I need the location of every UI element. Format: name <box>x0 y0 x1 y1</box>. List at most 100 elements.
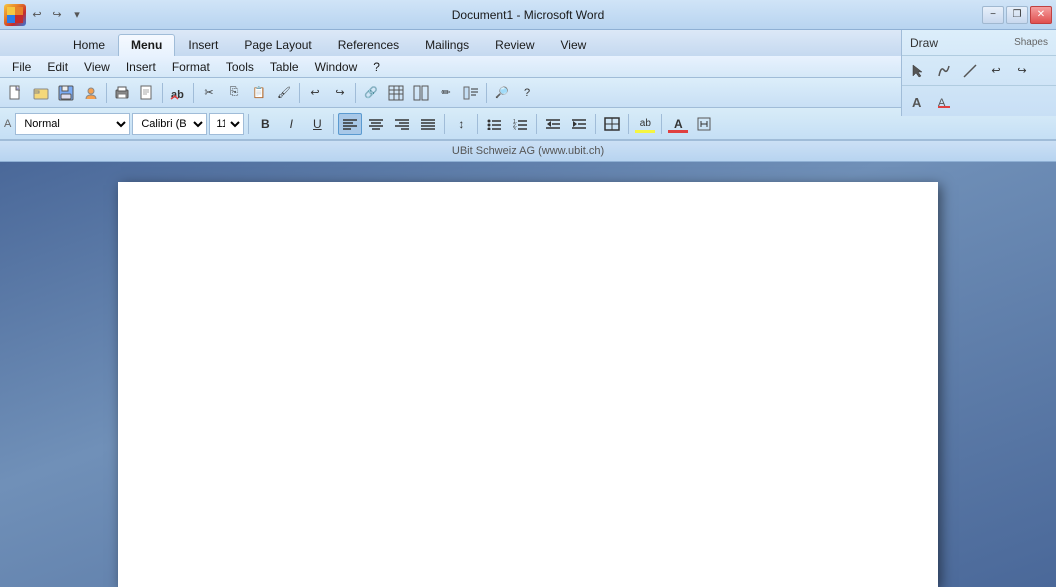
tab-home[interactable]: Home <box>60 34 118 56</box>
restore-button[interactable]: ❐ <box>1006 6 1028 24</box>
title-bar: ↩ ↪ ▾ Document1 - Microsoft Word − ❐ ✕ <box>0 0 1056 30</box>
align-left-btn[interactable] <box>338 113 362 135</box>
menu-view[interactable]: View <box>76 58 118 76</box>
cut-btn[interactable]: ✂ <box>197 81 221 105</box>
borders-btn[interactable] <box>600 113 624 135</box>
numbering-btn[interactable]: 1.2.3. <box>508 113 532 135</box>
status-bar: UBit Schweiz AG (www.ubit.ch) <box>0 140 1056 162</box>
draw-select-btn[interactable] <box>906 59 930 83</box>
bullets-btn[interactable] <box>482 113 506 135</box>
frames-btn[interactable]: ✏ <box>434 81 458 105</box>
print-btn[interactable] <box>110 81 134 105</box>
align-right-btn[interactable] <box>390 113 414 135</box>
tab-view[interactable]: View <box>548 34 600 56</box>
fmt-sep-4 <box>477 114 478 134</box>
undo-quick-btn[interactable]: ↩ <box>28 6 46 24</box>
font-color-btn[interactable]: A <box>666 113 690 135</box>
new-btn[interactable] <box>4 81 28 105</box>
menu-window[interactable]: Window <box>307 58 366 76</box>
fmt-sep-5 <box>536 114 537 134</box>
permission-btn[interactable] <box>79 81 103 105</box>
app-icon <box>4 4 26 26</box>
table2-btn[interactable] <box>384 81 408 105</box>
save-btn[interactable] <box>54 81 78 105</box>
menu-bar: File Edit View Insert Format Tools Table… <box>0 56 1056 78</box>
menu-insert[interactable]: Insert <box>118 58 164 76</box>
tab-insert[interactable]: Insert <box>175 34 231 56</box>
redo-btn[interactable]: ↪ <box>328 81 352 105</box>
ribbon-tabs: Home Menu Insert Page Layout References … <box>0 30 1056 56</box>
preview-btn[interactable] <box>135 81 159 105</box>
menu-table[interactable]: Table <box>262 58 307 76</box>
format-painter-btn[interactable]: 🖌 <box>272 81 296 105</box>
menu-file[interactable]: File <box>4 58 39 76</box>
tab-menu[interactable]: Menu <box>118 34 175 56</box>
document-area <box>0 162 1056 587</box>
standard-toolbar: ab ✂ ⎘ 📋 🖌 ↩ ↪ 🔗 ✏ 🔎 ? <box>0 78 1056 108</box>
open-btn[interactable] <box>29 81 53 105</box>
tab-mailings[interactable]: Mailings <box>412 34 482 56</box>
menu-edit[interactable]: Edit <box>39 58 76 76</box>
spellcheck-btn[interactable]: ab <box>166 81 190 105</box>
toolbar-sep-1 <box>106 83 107 103</box>
draw-row-1: ↩ ↪ <box>902 56 1056 86</box>
more-quick-btn[interactable]: ▾ <box>68 6 86 24</box>
document-page[interactable] <box>118 182 938 587</box>
style-select[interactable]: Normal <box>15 113 130 135</box>
italic-btn[interactable]: I <box>279 113 303 135</box>
justify-btn[interactable] <box>416 113 440 135</box>
draw-line-btn[interactable] <box>958 59 982 83</box>
hyperlink-btn[interactable]: 🔗 <box>359 81 383 105</box>
tab-review[interactable]: Review <box>482 34 547 56</box>
format-toolbar: A Normal Calibri (Body 11 B I U ↕ <box>0 108 1056 140</box>
draw-panel-top: Draw Shapes <box>902 30 1056 56</box>
draw-panel: Draw Shapes ↩ ↪ A A <box>901 30 1056 116</box>
menu-tools[interactable]: Tools <box>218 58 262 76</box>
draw-row-2: A A <box>902 86 1056 116</box>
underline-btn[interactable]: U <box>305 113 329 135</box>
fmt-sep-6 <box>595 114 596 134</box>
zoom-btn[interactable]: 🔎 <box>490 81 514 105</box>
fmt-sep-7 <box>628 114 629 134</box>
style-indicator: A <box>4 118 11 130</box>
toolbar-sep-2 <box>162 83 163 103</box>
character-spacing-btn[interactable] <box>692 113 716 135</box>
minimize-button[interactable]: − <box>982 6 1004 24</box>
font-select[interactable]: Calibri (Body <box>132 113 207 135</box>
draw-redo-btn[interactable]: ↪ <box>1010 59 1034 83</box>
columns-btn[interactable] <box>409 81 433 105</box>
size-select[interactable]: 11 <box>209 113 244 135</box>
tab-references[interactable]: References <box>325 34 412 56</box>
bold-btn[interactable]: B <box>253 113 277 135</box>
increase-indent-btn[interactable] <box>567 113 591 135</box>
tab-page-layout[interactable]: Page Layout <box>231 34 324 56</box>
draw-font-color-btn[interactable]: A <box>932 89 956 113</box>
copy-btn[interactable]: ⎘ <box>222 81 246 105</box>
help-btn[interactable]: ? <box>515 81 539 105</box>
draw-label: Draw <box>910 36 938 50</box>
draw-undo-btn[interactable]: ↩ <box>984 59 1008 83</box>
draw-freeform-btn[interactable] <box>932 59 956 83</box>
decrease-indent-btn[interactable] <box>541 113 565 135</box>
title-bar-controls: − ❐ ✕ <box>982 6 1052 24</box>
title-bar-left: ↩ ↪ ▾ <box>4 4 86 26</box>
docmap-btn[interactable] <box>459 81 483 105</box>
toolbar-sep-3 <box>193 83 194 103</box>
svg-text:3.: 3. <box>513 127 517 130</box>
align-center-btn[interactable] <box>364 113 388 135</box>
paste-btn[interactable]: 📋 <box>247 81 271 105</box>
toolbar-sep-6 <box>486 83 487 103</box>
redo-quick-btn[interactable]: ↪ <box>48 6 66 24</box>
line-spacing-btn[interactable]: ↕ <box>449 113 473 135</box>
highlight-btn[interactable]: ab <box>633 113 657 135</box>
fmt-sep-8 <box>661 114 662 134</box>
undo-btn[interactable]: ↩ <box>303 81 327 105</box>
fmt-sep-1 <box>248 114 249 134</box>
menu-help[interactable]: ? <box>365 58 388 76</box>
shapes-panel-label: Shapes <box>1014 37 1048 48</box>
close-button[interactable]: ✕ <box>1030 6 1052 24</box>
fmt-sep-3 <box>444 114 445 134</box>
draw-text-btn[interactable]: A <box>906 89 930 113</box>
menu-format[interactable]: Format <box>164 58 218 76</box>
window-title: Document1 - Microsoft Word <box>452 8 605 22</box>
